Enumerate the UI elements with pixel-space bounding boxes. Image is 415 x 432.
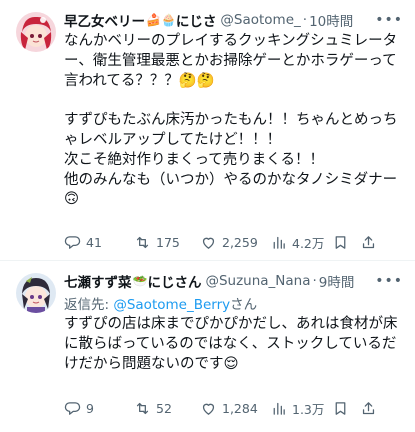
action-bar: 41 175 2,259 4.2万 bbox=[64, 233, 403, 252]
retweet-button[interactable]: 175 bbox=[134, 234, 200, 251]
display-name[interactable]: 早乙女ベリー bbox=[64, 10, 145, 30]
reply-icon bbox=[64, 236, 81, 249]
like-count: 1,284 bbox=[222, 401, 258, 416]
reply-count: 41 bbox=[86, 235, 102, 250]
reply-to-handle[interactable]: @Saotome_Berry bbox=[113, 297, 230, 313]
tweet-text: すずぴの店は床までぴかぴかだし、あれは食材が床に散らばっているのではなく、ストッ… bbox=[64, 316, 398, 372]
reply-icon bbox=[64, 402, 81, 415]
bookmark-icon bbox=[335, 236, 346, 249]
reply-prefix: 返信先: bbox=[64, 297, 114, 313]
view-count: 1.3万 bbox=[292, 402, 325, 417]
retweet-button[interactable]: 52 bbox=[134, 400, 200, 417]
bookmark-button[interactable] bbox=[332, 400, 360, 417]
more-icon[interactable]: ••• bbox=[371, 12, 403, 28]
user-handle[interactable]: @Suzuna_Nana bbox=[205, 273, 310, 289]
like-button[interactable]: 2,259 bbox=[200, 234, 270, 251]
retweet-icon bbox=[136, 236, 149, 249]
more-icon[interactable]: ••• bbox=[371, 273, 403, 289]
reply-count: 9 bbox=[86, 401, 94, 416]
views-icon bbox=[273, 402, 285, 415]
display-name-suffix[interactable]: にじさ bbox=[176, 10, 217, 30]
separator: · bbox=[312, 273, 317, 289]
reply-suffix: さん bbox=[230, 297, 258, 313]
tweet-text: なんかベリーのプレイするクッキングシュミレーター、衛生管理最悪とかお掃除ゲーとか… bbox=[64, 33, 398, 208]
like-button[interactable]: 1,284 bbox=[200, 400, 270, 417]
retweet-count: 175 bbox=[156, 235, 180, 250]
reply-context: 返信先: @Saotome_Berryさん bbox=[64, 293, 403, 313]
retweet-count: 52 bbox=[156, 401, 172, 416]
tweet[interactable]: 七瀬すず菜 🥗 にじさん @Suzuna_Nana · 9時間 ••• 返信先:… bbox=[0, 261, 415, 432]
share-button[interactable] bbox=[360, 234, 377, 251]
share-icon bbox=[362, 236, 375, 249]
share-icon bbox=[362, 402, 375, 415]
timestamp[interactable]: 9時間 bbox=[319, 271, 355, 291]
views-button[interactable]: 4.2万 bbox=[270, 233, 332, 252]
views-icon bbox=[273, 236, 285, 249]
user-handle[interactable]: @Saotome_ bbox=[220, 12, 300, 28]
separator: · bbox=[302, 12, 308, 28]
action-bar: 9 52 1,284 1.3万 bbox=[64, 399, 403, 418]
share-button[interactable] bbox=[360, 400, 377, 417]
display-name-suffix[interactable]: にじさん bbox=[147, 271, 201, 291]
views-button[interactable]: 1.3万 bbox=[270, 399, 332, 418]
like-icon bbox=[202, 403, 215, 415]
avatar[interactable] bbox=[16, 273, 56, 313]
display-name[interactable]: 七瀬すず菜 bbox=[64, 271, 132, 291]
view-count: 4.2万 bbox=[292, 236, 325, 251]
retweet-icon bbox=[136, 402, 149, 415]
name-emoji: 🍰🧁 bbox=[146, 13, 176, 27]
like-count: 2,259 bbox=[222, 235, 258, 250]
bookmark-icon bbox=[335, 402, 346, 415]
tweet[interactable]: 早乙女ベリー 🍰🧁 にじさ @Saotome_ · 10時間 ••• なんかベリ… bbox=[0, 0, 415, 260]
reply-button[interactable]: 41 bbox=[64, 234, 134, 251]
timestamp[interactable]: 10時間 bbox=[309, 10, 353, 30]
avatar[interactable] bbox=[16, 12, 56, 52]
reply-button[interactable]: 9 bbox=[64, 400, 134, 417]
like-icon bbox=[202, 237, 215, 249]
bookmark-button[interactable] bbox=[332, 234, 360, 251]
name-emoji: 🥗 bbox=[132, 274, 148, 288]
